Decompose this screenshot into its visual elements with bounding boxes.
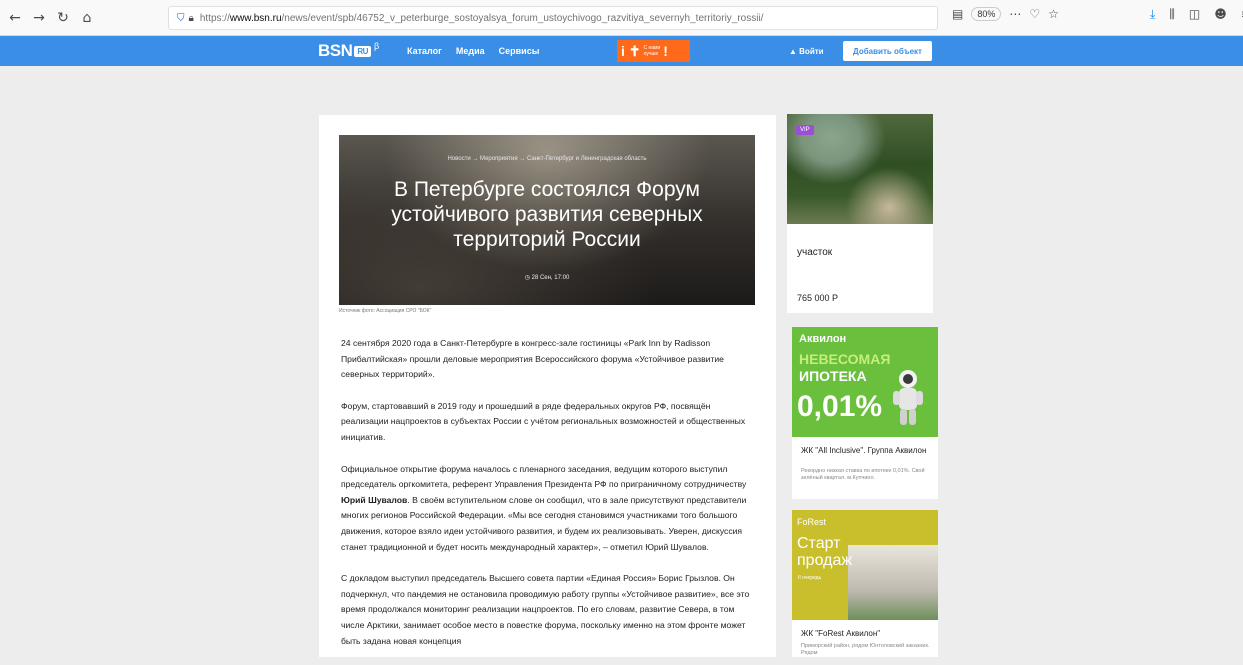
logo-text: BSN: [318, 41, 353, 60]
paragraph-4: С докладом выступил председатель Высшего…: [341, 573, 750, 646]
user-icon: ▲: [789, 47, 797, 56]
promo-banner[interactable]: i ✝ С нами лучше !: [617, 40, 690, 62]
vip-badge: VIP: [796, 125, 814, 135]
astronaut-icon: [893, 370, 923, 425]
menu-item-media[interactable]: Медиа: [456, 46, 485, 56]
menu-item-catalog[interactable]: Каталог: [407, 46, 442, 56]
banner-headline-1: Старт: [797, 535, 841, 552]
lock-icon[interactable]: 🔒︎: [189, 13, 194, 24]
banner-headline-2: ИПОТЕКА: [799, 368, 867, 384]
menu-item-services[interactable]: Сервисы: [499, 46, 540, 56]
ad-title: ЖК "All Inclusive". Группа Аквилон: [801, 446, 927, 455]
url-path: /news/event/spb/46752_v_peterburge_sosto…: [281, 12, 764, 24]
home-icon[interactable]: ⌂: [76, 7, 98, 29]
promo-text-2: лучше: [643, 51, 659, 57]
ad-description: Рекордно низкая ставка по ипотеке 0,01%.…: [801, 468, 925, 481]
banner-headline-2: продаж: [797, 552, 853, 569]
paragraph-3-start: Официальное открытие форума началось с п…: [341, 463, 747, 490]
logo-beta: β: [373, 41, 379, 51]
reader-icon[interactable]: ▤: [952, 7, 963, 21]
promo-icon: i ✝: [621, 42, 641, 59]
banner-queue: II очередь: [798, 575, 822, 581]
forward-icon[interactable]: →: [28, 7, 50, 29]
breadcrumb[interactable]: Новости → Мероприятия → Санкт-Петербург …: [339, 156, 755, 162]
logo-ru-badge: RU: [354, 45, 371, 57]
banner-headline-1: НЕВЕСОМАЯ: [799, 351, 891, 367]
akvilon-banner: Аквилон НЕВЕСОМАЯ ИПОТЕКА 0,01%: [792, 327, 938, 437]
promo-exclamation: !: [663, 43, 668, 59]
forest-banner: FoRest Старт продаж II очередь: [792, 510, 938, 620]
more-icon[interactable]: ⋯: [1009, 7, 1021, 21]
urlbar-actions: ▤ 80% ⋯ ♡ ☆: [952, 7, 1059, 21]
promo-text: С нами лучше: [644, 45, 661, 57]
pocket-icon[interactable]: ♡: [1029, 7, 1040, 21]
banner-rate: 0,01%: [797, 390, 883, 423]
listing-price: 765 000 Р: [797, 293, 839, 303]
building-illustration: [848, 545, 938, 620]
bsn-logo[interactable]: BSN RU β: [318, 41, 379, 61]
sidebar-icon[interactable]: ◫: [1189, 7, 1200, 22]
ad-description: Приморский район, рядом Юнтоловский зака…: [801, 643, 930, 656]
url-prefix: https://: [199, 12, 230, 24]
account-icon[interactable]: ☻: [1214, 7, 1227, 22]
article-hero: Новости → Мероприятия → Санкт-Петербург …: [339, 135, 755, 305]
article-title: В Петербурге состоялся Форум устойчивого…: [391, 178, 703, 251]
login-label: Войти: [799, 47, 824, 56]
paragraph-1: 24 сентября 2020 года в Санкт-Петербурге…: [341, 338, 724, 380]
article: Новости → Мероприятия → Санкт-Петербург …: [319, 115, 776, 657]
browser-toolbar: ← → ↻ ⌂ ⛉ 🔒︎ https://www.bsn.ru/news/eve…: [0, 0, 1243, 36]
add-object-button[interactable]: Добавить объект: [843, 41, 932, 61]
zoom-indicator[interactable]: 80%: [971, 7, 1002, 21]
library-icon[interactable]: ⫼: [1169, 7, 1175, 22]
site-header: BSN RU β Каталог Медиа Сервисы i ✝ С нам…: [0, 36, 1243, 66]
toolbar-icons: ⤓ ⫼ ◫ ☻ ≡: [1150, 7, 1243, 22]
paragraph-3: Официальное открытие форума началось с п…: [341, 462, 756, 556]
ad-card-forest[interactable]: FoRest Старт продаж II очередь ЖК "FoRest…: [792, 510, 938, 657]
article-date: ◷ 28 Сен, 17:00: [524, 275, 570, 281]
ad-title: ЖК "FoRest Аквилон": [801, 629, 881, 638]
akvilon-logo: Аквилон: [799, 333, 847, 345]
nav-buttons: ← → ↻ ⌂: [4, 7, 98, 29]
url-host: www.bsn.ru: [229, 12, 282, 24]
reload-icon[interactable]: ↻: [52, 7, 74, 29]
shield-icon[interactable]: ⛉: [177, 13, 185, 24]
address-bar[interactable]: ⛉ 🔒︎ https://www.bsn.ru/news/event/spb/4…: [168, 6, 938, 30]
person-name: Юрий Шувалов: [341, 494, 408, 505]
bookmark-star-icon[interactable]: ☆: [1048, 7, 1059, 21]
listing-title: участок: [797, 247, 833, 258]
paragraph-2: Форум, стартовавший в 2019 году и прошед…: [341, 400, 746, 442]
photo-source: Источник фото: Ассоциация СРО "БОК": [339, 308, 432, 314]
ad-card-all-inclusive[interactable]: Аквилон НЕВЕСОМАЯ ИПОТЕКА 0,01% ЖК "All …: [792, 327, 938, 499]
back-icon[interactable]: ←: [4, 7, 26, 29]
main-menu: Каталог Медиа Сервисы: [407, 46, 539, 56]
login-link[interactable]: ▲ Войти: [789, 47, 824, 56]
forest-logo: FoRest: [797, 517, 827, 527]
article-body: 24 сентября 2020 года в Санкт-Петербурге…: [341, 336, 756, 665]
banner-headline: Старт продаж: [797, 535, 852, 569]
listing-card-plot[interactable]: VIP участок 765 000 Р: [787, 114, 933, 313]
download-icon[interactable]: ⤓: [1150, 7, 1155, 22]
